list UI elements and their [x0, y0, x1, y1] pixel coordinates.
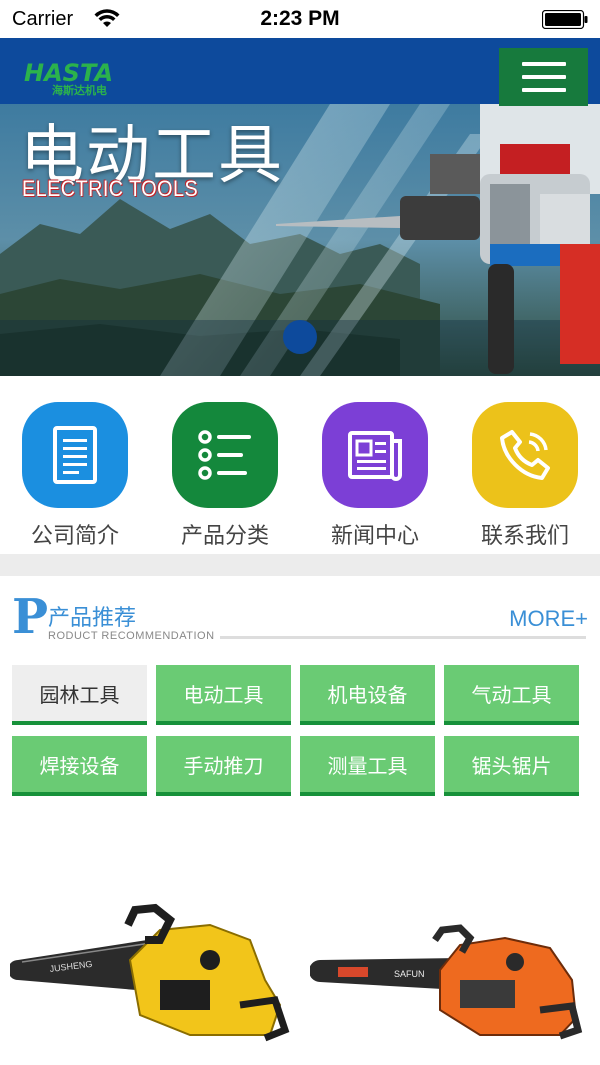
list-icon	[172, 402, 278, 508]
quick-nav: 公司简介 产品分类 新闻中心 联系我们	[0, 376, 600, 554]
menu-button[interactable]	[499, 48, 588, 106]
status-bar: Carrier 2:23 PM	[0, 0, 600, 38]
quick-nav-label: 产品分类	[180, 524, 269, 549]
product-card[interactable]: SAFUN	[309, 830, 600, 1065]
document-icon	[22, 402, 128, 508]
quick-nav-contact[interactable]: 联系我们	[450, 402, 600, 550]
section-initial: P	[12, 589, 49, 645]
hamburger-menu-icon	[521, 62, 566, 66]
battery-icon	[542, 10, 588, 29]
quick-nav-news[interactable]: 新闻中心	[300, 402, 450, 550]
quick-nav-label: 联系我们	[480, 524, 569, 549]
category-tab-pneumatic-tools[interactable]: 气动工具	[444, 665, 579, 725]
brand-logo[interactable]: HASTA 海斯达机电	[24, 59, 134, 102]
chainsaw-image: JUSHENG	[8, 903, 290, 1042]
quick-nav-label: 公司简介	[30, 524, 119, 549]
section-title: 产品推荐	[48, 606, 137, 631]
category-tab-hand-planer[interactable]: 手动推刀	[156, 736, 291, 796]
section-divider	[0, 554, 600, 576]
category-tab-welding[interactable]: 焊接设备	[12, 736, 147, 796]
quick-nav-products[interactable]: 产品分类	[150, 402, 300, 550]
carousel-indicator-dot[interactable]	[283, 320, 317, 354]
banner-subtitle: ELECTRIC TOOLS	[22, 176, 199, 201]
logo-text: HASTA	[24, 59, 114, 87]
category-tab-electromechanical[interactable]: 机电设备	[300, 665, 435, 725]
chainsaw-image: SAFUN	[309, 924, 583, 1040]
quick-nav-company[interactable]: 公司简介	[0, 402, 150, 550]
quick-nav-label: 新闻中心	[330, 524, 419, 549]
newspaper-icon	[322, 402, 428, 508]
product-brand-label: SAFUN	[394, 969, 425, 979]
product-card[interactable]: JUSHENG	[8, 830, 300, 1065]
section-underline	[220, 636, 586, 639]
product-list: JUSHENG SAFUN	[0, 830, 600, 1065]
logo-subtext: 海斯达机电	[52, 84, 107, 97]
more-link[interactable]: MORE+	[509, 606, 588, 632]
banner-carousel[interactable]: 电动工具 ELECTRIC TOOLS	[0, 104, 600, 376]
category-tab-measuring-tools[interactable]: 测量工具	[300, 736, 435, 796]
category-tab-saw-blades[interactable]: 锯头锯片	[444, 736, 579, 796]
phone-icon	[472, 402, 578, 508]
section-subtitle: RODUCT RECOMMENDATION	[48, 630, 215, 642]
category-tab-electric-tools[interactable]: 电动工具	[156, 665, 291, 725]
clock: 2:23 PM	[260, 7, 340, 30]
category-tab-garden-tools[interactable]: 园林工具	[12, 665, 147, 725]
section-header: P 产品推荐 RODUCT RECOMMENDATION MORE+	[0, 592, 600, 646]
